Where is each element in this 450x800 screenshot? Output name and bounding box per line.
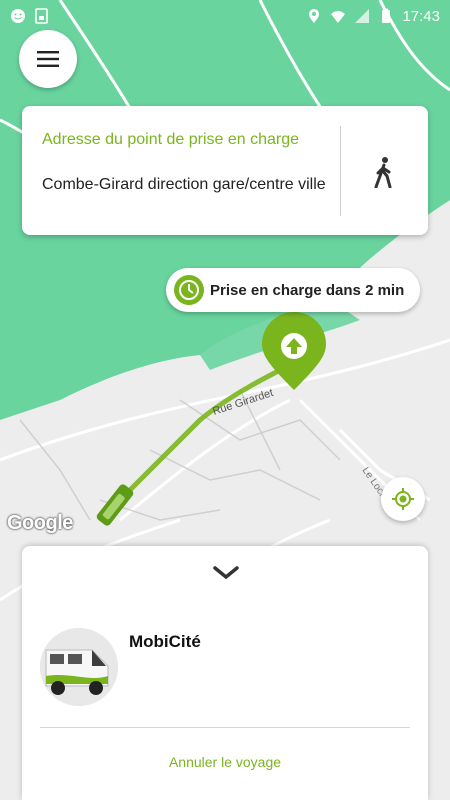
location-icon bbox=[306, 8, 322, 24]
pickup-eta-badge: Prise en charge dans 2 min bbox=[166, 268, 420, 312]
minibus-icon bbox=[40, 628, 118, 706]
signal-icon bbox=[354, 8, 370, 24]
status-bar: 17:43 bbox=[0, 0, 450, 32]
pickup-address-title: Adresse du point de prise en charge bbox=[42, 131, 300, 148]
google-attribution: Google bbox=[7, 512, 73, 534]
clock-icon bbox=[174, 275, 204, 305]
pickup-address-value: Combe-Girard direction gare/centre ville bbox=[42, 176, 326, 193]
my-location-icon bbox=[392, 488, 414, 510]
wifi-icon bbox=[330, 8, 346, 24]
trip-bottom-sheet: MobiCité Annuler le voyage bbox=[22, 546, 428, 800]
cancel-trip-button[interactable]: Annuler le voyage bbox=[22, 754, 428, 770]
status-time: 17:43 bbox=[402, 7, 440, 25]
pickup-address-card[interactable]: Adresse du point de prise en charge Comb… bbox=[22, 106, 428, 235]
battery-icon bbox=[378, 8, 394, 24]
smiley-icon bbox=[10, 8, 26, 24]
sheet-divider bbox=[40, 727, 410, 728]
menu-button[interactable] bbox=[19, 30, 77, 88]
pickup-eta-text: Prise en charge dans 2 min bbox=[210, 282, 405, 299]
my-location-button[interactable] bbox=[381, 477, 425, 521]
vehicle-avatar bbox=[40, 628, 118, 706]
card-divider bbox=[340, 126, 341, 216]
service-name: MobiCité bbox=[129, 632, 201, 651]
menu-icon bbox=[37, 51, 59, 67]
sim-icon bbox=[34, 8, 50, 24]
walking-icon[interactable] bbox=[372, 156, 396, 188]
chevron-down-icon[interactable] bbox=[213, 566, 239, 580]
